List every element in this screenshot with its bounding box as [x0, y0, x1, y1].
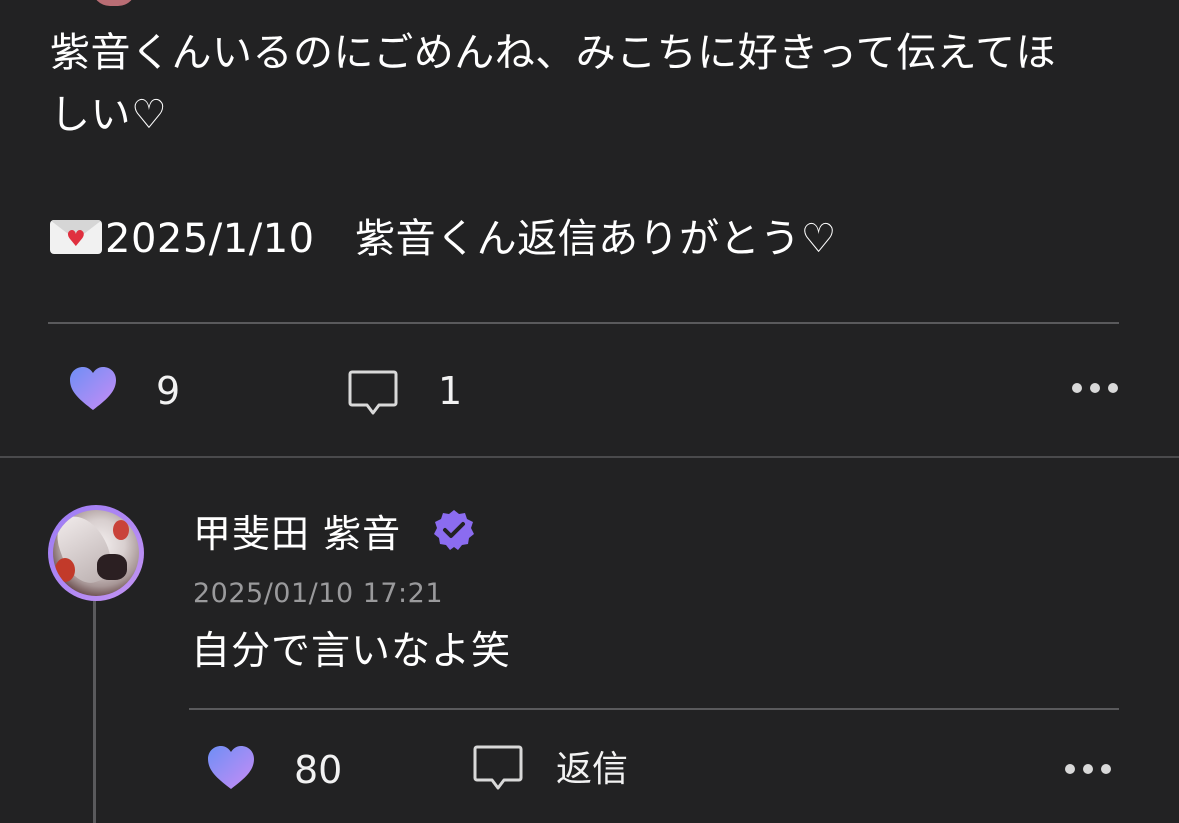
more-icon[interactable]	[1065, 764, 1111, 774]
love-letter-icon: ♥	[50, 220, 102, 254]
avatar[interactable]	[48, 505, 144, 601]
speech-bubble-icon[interactable]	[473, 744, 523, 792]
post-like-count: 9	[156, 369, 181, 413]
speech-bubble-icon[interactable]	[348, 369, 398, 417]
post-spacer	[50, 146, 1120, 208]
post-text-line-2: しい♡	[50, 92, 168, 138]
verified-badge-icon	[434, 510, 474, 550]
thread-line	[93, 601, 96, 823]
post-text-line-1: 紫音くんいるのにごめんね、みこちに好きって伝えてほ	[50, 30, 1057, 76]
post-comment-count: 1	[438, 369, 463, 413]
post-body: 紫音くんいるのにごめんね、みこちに好きって伝えてほ しい♡ ♥ 2025/1/10…	[50, 22, 1120, 270]
previous-avatar-edge	[92, 0, 136, 6]
post-note-text: 2025/1/10 紫音くん返信ありがとう♡	[105, 216, 837, 262]
reply-author-name[interactable]: 甲斐田 紫音	[193, 510, 401, 558]
heart-icon[interactable]	[206, 745, 256, 791]
more-icon[interactable]	[1072, 383, 1118, 393]
reply-like-count: 80	[294, 748, 343, 792]
reply-timestamp: 2025/01/10 17:21	[193, 578, 444, 609]
post-divider	[48, 322, 1119, 324]
post-note-line: ♥ 2025/1/10 紫音くん返信ありがとう♡	[50, 208, 1120, 270]
reply-divider	[189, 708, 1119, 710]
reply-text: 自分で言いなよ笑	[191, 629, 512, 674]
section-divider	[0, 456, 1179, 458]
heart-icon[interactable]	[68, 366, 118, 412]
reply-button-label[interactable]: 返信	[556, 750, 628, 790]
